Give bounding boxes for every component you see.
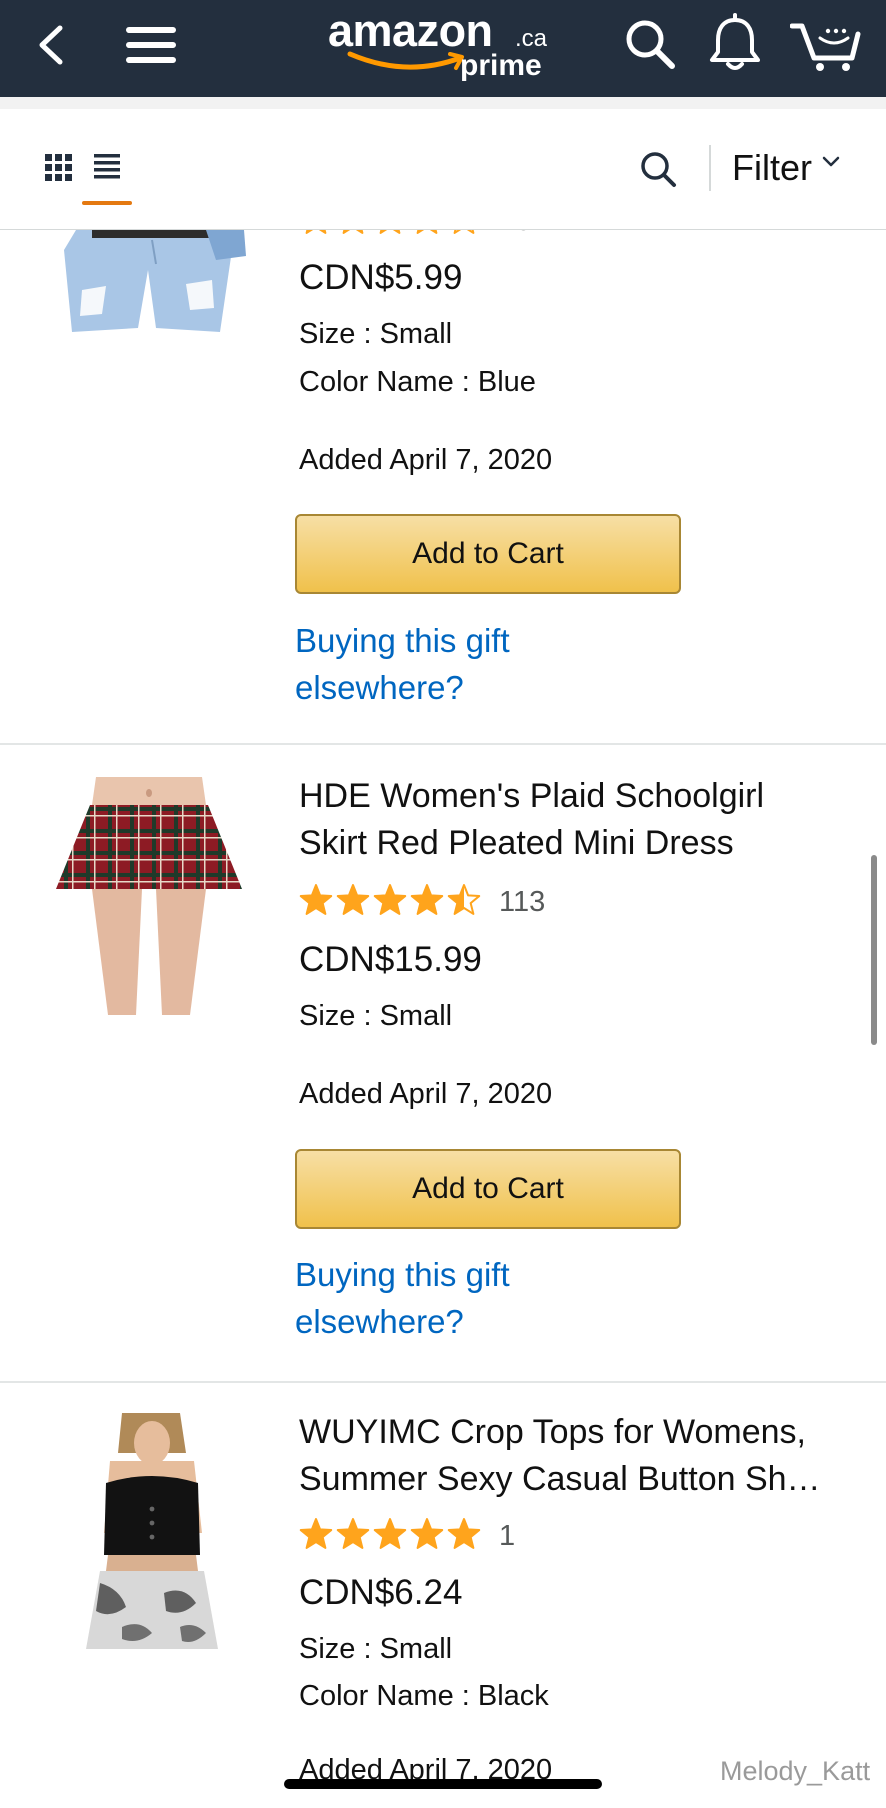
- search-icon: [626, 20, 675, 69]
- list-item: HDE Women's Plaid Schoolgirl Skirt Red P…: [0, 745, 886, 1381]
- buying-gift-elsewhere-link[interactable]: Buying this gift elsewhere?: [295, 617, 595, 711]
- star-outline-icon: [305, 230, 327, 234]
- logo-prime: prime: [460, 49, 542, 82]
- product-image-denim-shorts: [64, 230, 246, 332]
- rating-count: 113: [499, 886, 546, 918]
- item-title-line-1[interactable]: HDE Women's Plaid Schoolgirl: [299, 773, 764, 820]
- star-fill-icon: [337, 1519, 369, 1548]
- hamburger-menu-icon: [126, 27, 176, 63]
- item-price: CDN$15.99: [299, 940, 482, 979]
- cart-icon: [790, 23, 861, 71]
- star-fill-icon: [448, 1519, 480, 1548]
- grid-view-icon: [45, 154, 72, 181]
- filter-button[interactable]: Filter: [732, 147, 840, 189]
- back-button[interactable]: [30, 20, 76, 70]
- item-added-date: Added April 7, 2020: [299, 1078, 553, 1110]
- rating-count: 1: [499, 1520, 516, 1552]
- product-image-crop-top[interactable]: [60, 1413, 246, 1651]
- item-title-line-1[interactable]: WUYIMC Crop Tops for Womens,: [299, 1409, 806, 1456]
- star-fill-icon: [411, 1519, 443, 1548]
- buying-gift-elsewhere-link[interactable]: Buying this gift elsewhere?: [295, 1251, 595, 1345]
- star-icons: [299, 884, 481, 915]
- toolbar-shadow: [0, 97, 886, 109]
- star-fill-icon: [417, 230, 437, 233]
- toolbar-divider: [709, 145, 711, 191]
- top-navigation-bar: amazon .ca prime: [0, 0, 886, 97]
- grid-view-button[interactable]: [44, 153, 74, 183]
- watermark: Melody_Katt: [720, 1756, 871, 1786]
- home-indicator[interactable]: [284, 1779, 602, 1789]
- star-fill-icon: [411, 885, 443, 914]
- add-to-cart-button[interactable]: Add to Cart: [295, 514, 681, 594]
- star-fill-icon: [300, 885, 332, 914]
- star-fill-icon: [300, 1519, 332, 1548]
- product-image-plaid-skirt[interactable]: [56, 777, 242, 1015]
- star-fill-icon: [374, 1519, 406, 1548]
- star-icons: [305, 230, 479, 234]
- star-fill-icon: [380, 230, 400, 233]
- smile-arrow-icon: [347, 51, 464, 70]
- star-outline-icon: [379, 230, 401, 234]
- bell-icon: [710, 13, 760, 70]
- rating-count: 26: [499, 230, 531, 238]
- notifications-button[interactable]: [706, 12, 764, 74]
- item-title-line-2[interactable]: Skirt Red Pleated Mini Dress: [299, 820, 734, 867]
- wish-list: 26 CDN$5.99 Size : Small Color Name : Bl…: [0, 230, 886, 1808]
- item-price: CDN$6.24: [299, 1573, 463, 1612]
- item-size: Size : Small: [299, 1633, 453, 1665]
- item-color: Color Name : Black: [299, 1680, 549, 1712]
- search-icon: [641, 152, 676, 187]
- star-fill-icon: [306, 230, 326, 233]
- list-item: 26 CDN$5.99 Size : Small Color Name : Bl…: [0, 230, 886, 744]
- star-fill-icon: [337, 885, 369, 914]
- filter-label: Filter: [732, 147, 812, 188]
- item-title-line-2[interactable]: Summer Sexy Casual Button Sh…: [299, 1456, 821, 1503]
- star-outline-icon: [342, 230, 364, 234]
- star-fill-icon: [374, 885, 406, 914]
- star-fill-icon: [449, 230, 479, 233]
- list-view-icon: [94, 154, 120, 179]
- scrollbar[interactable]: [871, 855, 877, 1045]
- item-size: Size : Small: [299, 1000, 453, 1032]
- star-outline-icon: [416, 230, 438, 234]
- cart-button[interactable]: [790, 14, 862, 74]
- item-price: CDN$5.99: [299, 258, 463, 297]
- chevron-down-icon: [822, 156, 840, 167]
- item-size: Size : Small: [299, 318, 453, 350]
- star-outline-icon: [453, 230, 475, 234]
- item-color: Color Name : Blue: [299, 366, 536, 398]
- list-toolbar: Filter: [0, 97, 886, 230]
- back-arrow-icon: [39, 25, 63, 65]
- active-view-indicator: [82, 201, 132, 205]
- header-search-button[interactable]: [622, 14, 678, 74]
- star-icons: [299, 1518, 481, 1549]
- list-item: WUYIMC Crop Tops for Womens, Summer Sexy…: [0, 1383, 886, 1808]
- item-added-date: Added April 7, 2020: [299, 444, 553, 476]
- list-view-button[interactable]: [92, 151, 124, 183]
- menu-button[interactable]: [124, 18, 178, 72]
- add-to-cart-button[interactable]: Add to Cart: [295, 1149, 681, 1229]
- list-search-button[interactable]: [638, 149, 678, 189]
- amazon-prime-logo[interactable]: amazon .ca prime: [328, 6, 568, 86]
- star-fill-icon: [343, 230, 363, 233]
